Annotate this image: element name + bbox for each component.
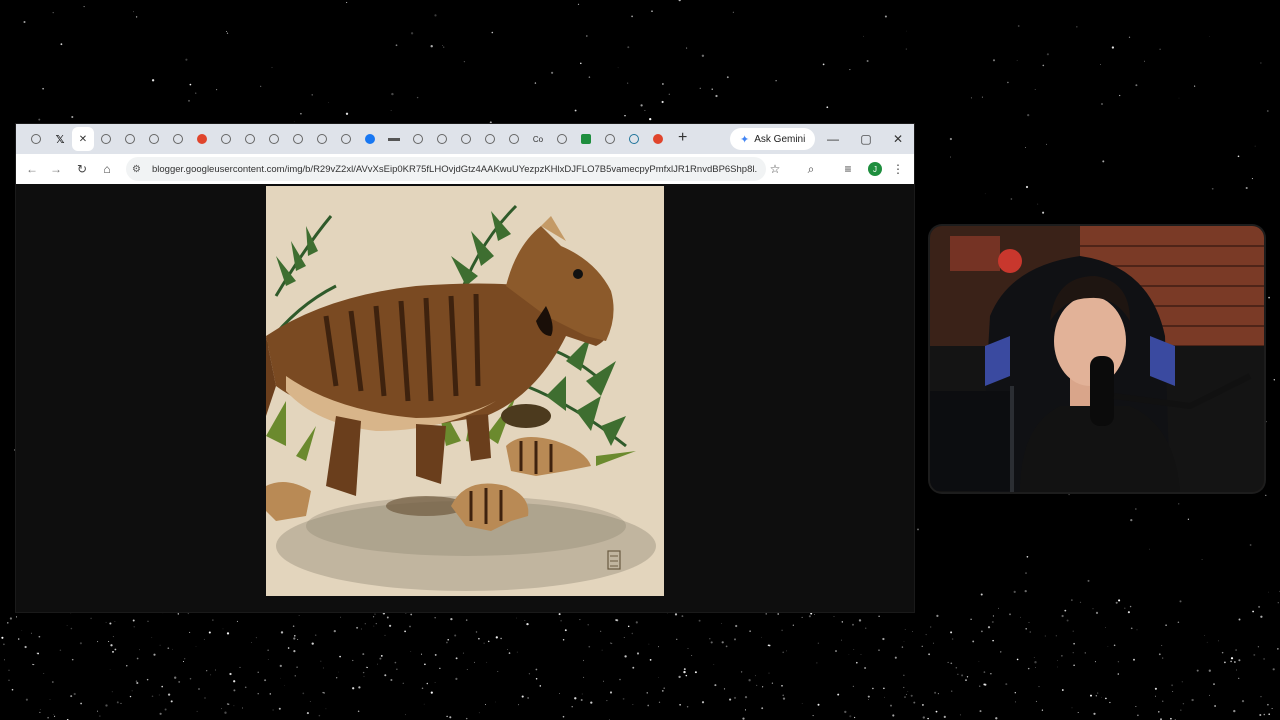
browser-tab[interactable]	[118, 127, 142, 151]
x-logo-icon: 𝕏	[55, 133, 65, 146]
facebook-icon	[365, 134, 375, 144]
globe-icon	[125, 134, 135, 144]
dinosaur-artwork	[266, 186, 664, 596]
lens-search-icon[interactable]: ⌕	[801, 159, 821, 179]
dash-icon	[388, 137, 400, 141]
globe-icon	[341, 134, 351, 144]
profile-avatar[interactable]: J	[868, 162, 882, 176]
globe-icon	[413, 134, 423, 144]
maximize-button[interactable]: ▢	[854, 128, 878, 150]
home-button[interactable]: ⌂	[97, 159, 117, 179]
reddit-icon	[653, 134, 663, 144]
page-viewport	[16, 184, 914, 612]
wordpress-icon	[629, 134, 639, 144]
browser-tab[interactable]	[622, 127, 646, 151]
tab-list: 𝕏 ✕ Co	[24, 127, 670, 151]
close-icon: ✕	[78, 133, 88, 145]
globe-icon	[485, 134, 495, 144]
browser-tab[interactable]: Co	[526, 127, 550, 151]
url-text: blogger.googleusercontent.com/img/b/R29v…	[152, 163, 757, 175]
globe-icon	[557, 134, 567, 144]
ask-gemini-button[interactable]: ✦ Ask Gemini	[730, 128, 816, 150]
browser-tab[interactable]: 𝕏	[48, 127, 72, 151]
new-tab-button[interactable]: +	[678, 129, 687, 147]
globe-icon	[461, 134, 471, 144]
co-icon: Co	[532, 134, 544, 144]
browser-tab[interactable]	[382, 127, 406, 151]
globe-icon	[269, 134, 279, 144]
reddit-icon	[197, 134, 207, 144]
globe-icon	[509, 134, 519, 144]
browser-tab[interactable]	[574, 127, 598, 151]
browser-tab[interactable]	[190, 127, 214, 151]
browser-tab[interactable]	[430, 127, 454, 151]
globe-icon	[317, 134, 327, 144]
browser-tab[interactable]	[478, 127, 502, 151]
globe-icon	[605, 134, 615, 144]
globe-icon	[173, 134, 183, 144]
browser-tab[interactable]	[94, 127, 118, 151]
forward-button[interactable]: →	[46, 159, 66, 179]
browser-window: 𝕏 ✕ Co + ✦ Ask Gemini — ▢ ✕ ← → ↻ ⌂ ⚙ blog…	[16, 124, 914, 612]
browser-tab[interactable]	[334, 127, 358, 151]
browser-tab[interactable]	[310, 127, 334, 151]
browser-tab[interactable]	[598, 127, 622, 151]
globe-icon	[221, 134, 231, 144]
browser-tab[interactable]	[406, 127, 430, 151]
browser-tab[interactable]	[262, 127, 286, 151]
browser-tab[interactable]	[454, 127, 478, 151]
reload-button[interactable]: ↻	[72, 159, 92, 179]
menu-icon[interactable]: ⋮	[888, 159, 908, 179]
sheets-icon	[581, 134, 591, 144]
browser-tab[interactable]	[24, 127, 48, 151]
globe-icon	[437, 134, 447, 144]
window-close-button[interactable]: ✕	[886, 128, 910, 150]
dinosaur-illustration	[266, 186, 664, 596]
bookmark-star-icon[interactable]: ☆	[765, 159, 785, 179]
globe-icon	[293, 134, 303, 144]
site-info-icon[interactable]: ⚙	[132, 164, 146, 175]
browser-tab[interactable]	[550, 127, 574, 151]
browser-tab[interactable]	[358, 127, 382, 151]
globe-icon	[149, 134, 159, 144]
address-bar[interactable]: ⚙ blogger.googleusercontent.com/img/b/R2…	[126, 157, 766, 181]
webcam-feed	[930, 226, 1264, 492]
browser-tab[interactable]	[502, 127, 526, 151]
browser-tab[interactable]	[286, 127, 310, 151]
reading-list-icon[interactable]: ≡	[838, 159, 858, 179]
globe-icon	[31, 134, 41, 144]
browser-tab[interactable]	[214, 127, 238, 151]
browser-toolbar: ← → ↻ ⌂ ⚙ blogger.googleusercontent.com/…	[16, 154, 914, 184]
browser-tab[interactable]	[166, 127, 190, 151]
gemini-sparkle-icon: ✦	[740, 133, 750, 146]
browser-tab[interactable]	[238, 127, 262, 151]
globe-icon	[101, 134, 111, 144]
ask-gemini-label: Ask Gemini	[754, 133, 806, 145]
tab-strip: 𝕏 ✕ Co + ✦ Ask Gemini — ▢ ✕	[16, 124, 914, 154]
back-button[interactable]: ←	[22, 159, 42, 179]
webcam-overlay	[930, 226, 1264, 492]
browser-tab[interactable]	[142, 127, 166, 151]
minimize-button[interactable]: —	[821, 128, 845, 150]
globe-icon	[245, 134, 255, 144]
browser-tab[interactable]	[646, 127, 670, 151]
browser-tab[interactable]: ✕	[72, 127, 94, 151]
